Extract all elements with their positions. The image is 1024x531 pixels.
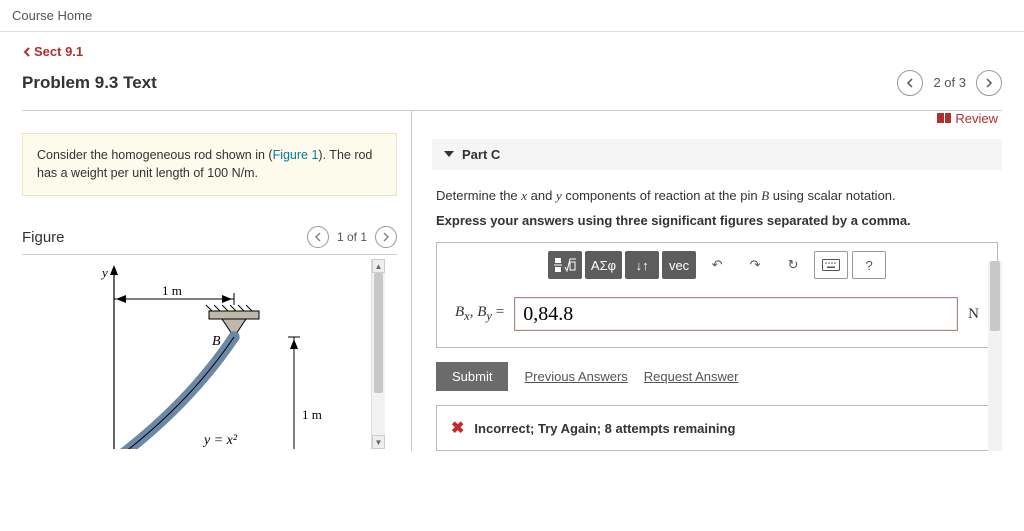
figure-viewport: y 1 m B	[22, 259, 397, 449]
request-answer-link[interactable]: Request Answer	[644, 369, 739, 384]
caret-down-icon	[444, 151, 454, 157]
figure-prev-button[interactable]	[307, 226, 329, 248]
panel-scrollbar[interactable]	[988, 261, 1002, 452]
answer-input[interactable]	[514, 297, 958, 331]
review-link[interactable]: Review	[937, 111, 998, 126]
figure-counter: 1 of 1	[337, 230, 367, 244]
scroll-up-icon[interactable]: ▲	[372, 259, 385, 273]
reset-button[interactable]: ↻	[776, 251, 810, 279]
equation-toolbar: ΑΣφ ↓↑ vec ↶ ↷ ↻ ?	[437, 243, 997, 289]
chevron-left-icon	[22, 47, 32, 57]
keyboard-icon	[822, 259, 840, 271]
answer-instruction: Express your answers using three signifi…	[436, 213, 998, 228]
feedback-text: Incorrect; Try Again; 8 attempts remaini…	[474, 421, 735, 436]
figure-diagram: y 1 m B	[44, 259, 364, 449]
answer-box: ΑΣφ ↓↑ vec ↶ ↷ ↻ ? Bx, By =	[436, 242, 998, 348]
review-icon	[937, 113, 951, 123]
chevron-left-icon	[905, 78, 915, 88]
next-problem-button[interactable]	[976, 70, 1002, 96]
previous-answers-link[interactable]: Previous Answers	[524, 369, 627, 384]
review-label: Review	[955, 111, 998, 126]
part-header[interactable]: Part C	[432, 139, 1002, 170]
undo-button[interactable]: ↶	[700, 251, 734, 279]
incorrect-icon: ✖	[451, 418, 464, 438]
redo-button[interactable]: ↷	[738, 251, 772, 279]
figure-link[interactable]: Figure 1	[273, 148, 319, 162]
chevron-right-icon	[984, 78, 994, 88]
answer-lhs: Bx, By =	[455, 304, 504, 324]
svg-text:y: y	[100, 265, 108, 280]
back-section-link[interactable]: Sect 9.1	[22, 44, 83, 59]
subsup-button[interactable]: ↓↑	[625, 251, 659, 279]
back-section-label: Sect 9.1	[34, 44, 83, 59]
scroll-thumb[interactable]	[990, 261, 1000, 331]
problem-statement: Consider the homogeneous rod shown in (F…	[22, 133, 397, 197]
templates-button[interactable]	[548, 251, 582, 279]
submit-button[interactable]: Submit	[436, 362, 508, 391]
svg-text:B: B	[212, 334, 221, 349]
figure-scrollbar[interactable]: ▲ ▼	[371, 259, 385, 449]
figure-next-button[interactable]	[375, 226, 397, 248]
svg-text:y = x²: y = x²	[202, 433, 238, 448]
scroll-down-icon[interactable]: ▼	[372, 435, 385, 449]
scroll-thumb[interactable]	[374, 273, 383, 393]
vec-button[interactable]: vec	[662, 251, 696, 279]
feedback-box: ✖ Incorrect; Try Again; 8 attempts remai…	[436, 405, 998, 451]
help-button[interactable]: ?	[852, 251, 886, 279]
svg-text:1 m: 1 m	[302, 407, 322, 422]
question-text: Determine the x and y components of reac…	[436, 186, 998, 206]
part-label: Part C	[462, 147, 500, 162]
keyboard-button[interactable]	[814, 251, 848, 279]
fraction-sqrt-icon	[554, 257, 576, 273]
problem-title: Problem 9.3 Text	[22, 73, 157, 93]
chevron-right-icon	[381, 232, 391, 242]
breadcrumb[interactable]: Course Home	[0, 0, 1024, 32]
problem-counter: 2 of 3	[933, 75, 966, 90]
figure-title: Figure	[22, 229, 65, 246]
svg-text:1 m: 1 m	[162, 283, 182, 298]
greek-button[interactable]: ΑΣφ	[585, 251, 622, 279]
prev-problem-button[interactable]	[897, 70, 923, 96]
chevron-left-icon	[313, 232, 323, 242]
answer-unit: N	[968, 306, 979, 323]
